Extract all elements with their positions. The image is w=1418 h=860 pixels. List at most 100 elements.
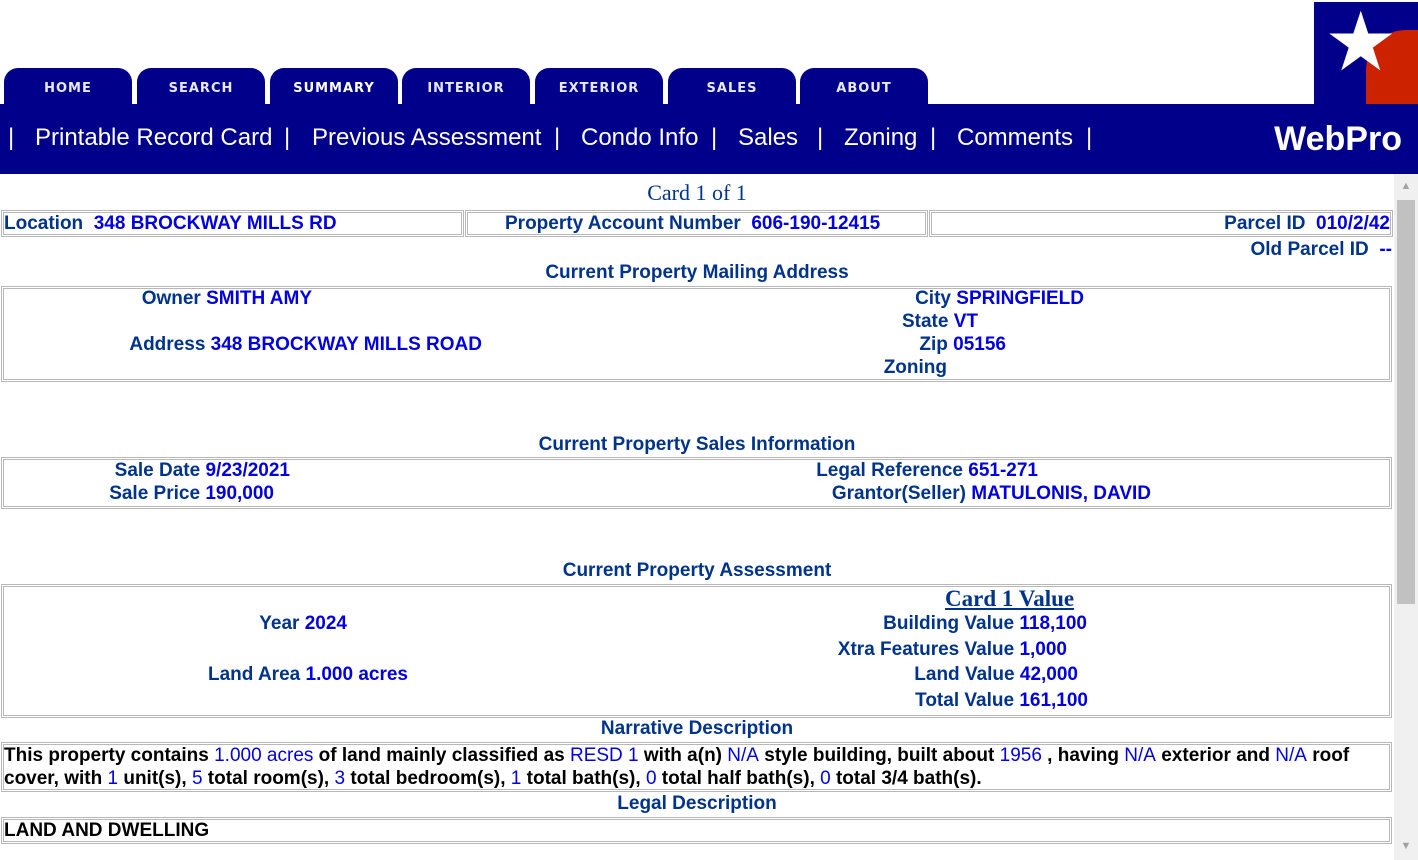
sale-price-row: Sale Price 190,000 <box>0 483 274 505</box>
nav-condo-info[interactable]: Condo Info <box>581 124 698 152</box>
tab-exterior[interactable]: EXTERIOR <box>535 68 663 104</box>
building-value: 118,100 <box>1019 613 1087 634</box>
nav-separator: | <box>554 124 561 151</box>
narrative-fragment: This property contains <box>4 745 215 766</box>
narrative-class: RESD 1 <box>569 745 639 766</box>
location-label: Location <box>4 213 84 234</box>
year-value: 2024 <box>304 613 347 634</box>
nav-bar: | Printable Record Card | Previous Asses… <box>0 104 1418 174</box>
location-value: 348 BROCKWAY MILLS RD <box>93 213 337 234</box>
narrative-three-quarter-baths: 0 <box>820 768 831 789</box>
sale-date-value: 9/23/2021 <box>205 460 290 481</box>
sale-price-label: Sale Price <box>109 483 201 504</box>
star-icon: ★ <box>1324 0 1398 88</box>
land-value-label: Land Value <box>914 664 1015 685</box>
zip-value: 05156 <box>953 334 1006 355</box>
account-label: Property Account Number <box>505 213 741 234</box>
narrative-exterior: N/A <box>1124 745 1156 766</box>
narrative-units: 1 <box>107 768 119 789</box>
account-value: 606-190-12415 <box>751 213 881 234</box>
scroll-up-icon[interactable]: ▲ <box>1399 180 1413 192</box>
xtra-features-label: Xtra Features Value <box>837 639 1015 660</box>
total-value-row: Total Value 161,100 <box>700 690 1088 712</box>
building-value-label: Building Value <box>883 613 1015 634</box>
city-label: City <box>915 288 951 309</box>
state-row: State VT <box>700 311 978 333</box>
zoning-label: Zoning <box>883 357 947 378</box>
year-row: Year 2024 <box>0 613 347 635</box>
old-parcel-row: Old Parcel ID -- <box>1251 239 1393 261</box>
narrative-title: Narrative Description <box>600 718 794 739</box>
parcel-value: 010/2/42 <box>1316 213 1390 234</box>
assessment-box <box>1 584 1392 718</box>
nav-separator: | <box>1086 124 1093 151</box>
mailing-title: Current Property Mailing Address <box>545 262 849 283</box>
nav-zoning[interactable]: Zoning <box>844 124 917 152</box>
narrative-fragment: with a(n) <box>638 745 728 766</box>
tab-about[interactable]: ABOUT <box>800 68 928 104</box>
card-value-title: Card 1 Value <box>945 586 1075 611</box>
grantor-row: Grantor(Seller) MATULONIS, DAVID <box>700 483 1151 505</box>
parcel-label: Parcel ID <box>1224 213 1306 234</box>
narrative-fragment: , having <box>1041 745 1125 766</box>
xtra-features-row: Xtra Features Value 1,000 <box>700 639 1067 661</box>
sale-date-row: Sale Date 9/23/2021 <box>0 460 290 482</box>
total-value: 161,100 <box>1019 690 1088 711</box>
nav-separator: | <box>284 124 291 151</box>
zip-label: Zip <box>919 334 948 355</box>
legal-box <box>1 817 1392 844</box>
state-label: State <box>901 311 949 332</box>
zoning-row: Zoning <box>700 357 947 379</box>
legal-ref-value: 651-271 <box>968 460 1038 481</box>
xtra-features-value: 1,000 <box>1019 639 1067 660</box>
sale-date-label: Sale Date <box>114 460 201 481</box>
narrative-baths: 1 <box>510 768 522 789</box>
nav-separator: | <box>711 124 718 151</box>
address-row: Address 348 BROCKWAY MILLS ROAD <box>0 334 482 356</box>
narrative-fragment: total half bath(s), <box>656 768 821 789</box>
sales-title: Current Property Sales Information <box>538 434 856 455</box>
grantor-label: Grantor(Seller) <box>831 483 966 504</box>
legal-ref-row: Legal Reference 651-271 <box>700 460 1038 482</box>
narrative-roof: N/A <box>1275 745 1307 766</box>
scroll-down-icon[interactable]: ▼ <box>1399 840 1413 852</box>
narrative-fragment: of land mainly classified as <box>313 745 570 766</box>
card-indicator: Card 1 of 1 <box>647 180 747 205</box>
total-value-label: Total Value <box>915 690 1015 711</box>
nav-separator: | <box>817 124 824 151</box>
nav-sales[interactable]: Sales <box>738 124 798 152</box>
legal-title: Legal Description <box>617 793 777 814</box>
old-parcel-label: Old Parcel ID <box>1250 239 1369 260</box>
location-row: Location 348 BROCKWAY MILLS RD <box>4 213 337 235</box>
scrollbar-thumb[interactable] <box>1397 200 1415 604</box>
land-value: 42,000 <box>1019 664 1078 685</box>
tab-home[interactable]: HOME <box>4 68 132 104</box>
address-value: 348 BROCKWAY MILLS ROAD <box>210 334 482 355</box>
narrative-fragment: unit(s), <box>118 768 192 789</box>
city-value: SPRINGFIELD <box>956 288 1084 309</box>
nav-previous-assessment[interactable]: Previous Assessment <box>312 124 541 152</box>
tab-search[interactable]: SEARCH <box>137 68 265 104</box>
nav-comments[interactable]: Comments <box>957 124 1073 152</box>
brand-title: WebPro <box>1274 120 1402 158</box>
parcel-row: Parcel ID 010/2/42 <box>1224 213 1390 235</box>
land-value-row: Land Value 42,000 <box>700 664 1078 686</box>
state-value: VT <box>953 311 978 332</box>
owner-row: Owner SMITH AMY <box>0 288 312 310</box>
nav-printable-record-card[interactable]: Printable Record Card <box>35 124 272 152</box>
old-parcel-value: -- <box>1379 239 1392 260</box>
tab-interior[interactable]: INTERIOR <box>402 68 530 104</box>
land-area-label: Land Area <box>208 664 301 685</box>
narrative-style: N/A <box>727 745 759 766</box>
tab-sales[interactable]: SALES <box>668 68 796 104</box>
webpro-logo: ★ <box>1314 2 1418 104</box>
sale-price-value: 190,000 <box>205 483 274 504</box>
owner-value: SMITH AMY <box>206 288 312 309</box>
narrative-fragment: total bedroom(s), <box>345 768 511 789</box>
address-label: Address <box>129 334 206 355</box>
tab-summary[interactable]: SUMMARY <box>270 68 398 104</box>
legal-text: LAND AND DWELLING <box>4 820 210 841</box>
assessment-title: Current Property Assessment <box>562 560 832 581</box>
building-value-row: Building Value 118,100 <box>700 613 1087 635</box>
city-row: City SPRINGFIELD <box>700 288 1084 310</box>
